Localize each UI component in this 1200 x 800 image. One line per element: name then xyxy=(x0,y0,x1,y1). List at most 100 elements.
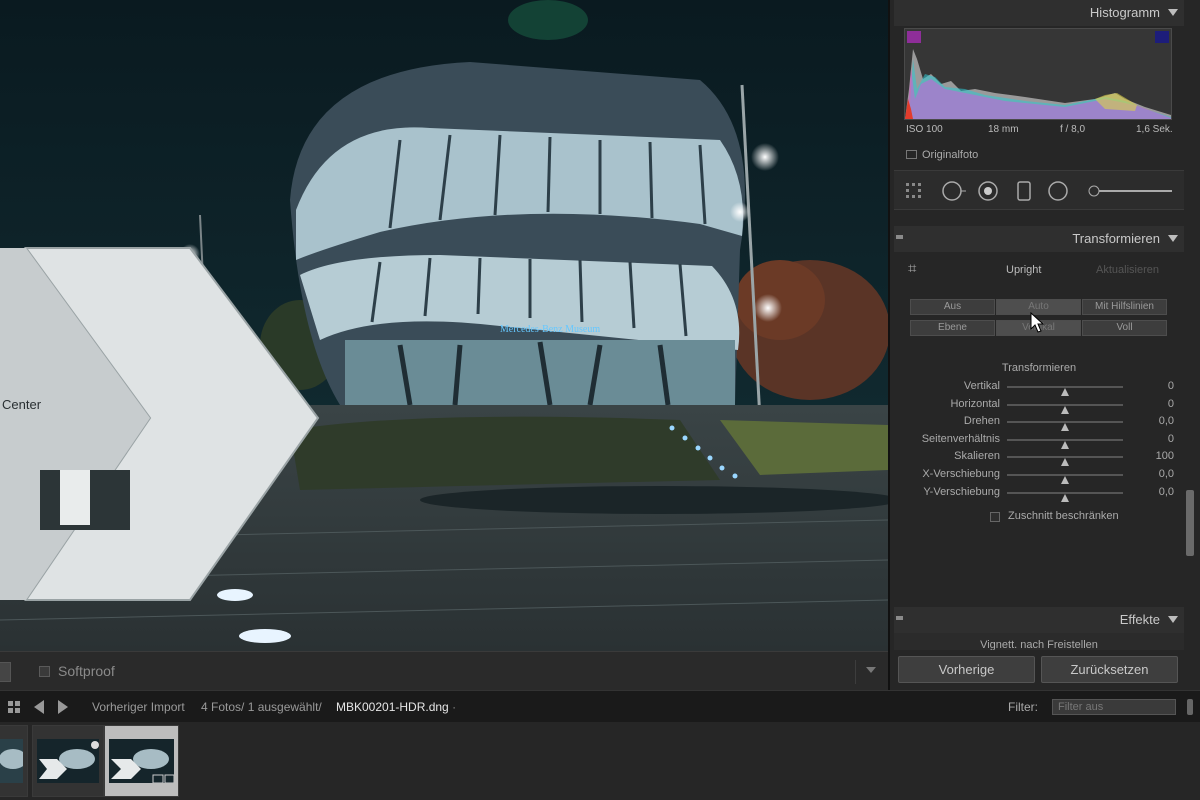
slider-value[interactable]: 0,0 xyxy=(1159,468,1174,480)
slider-track[interactable] xyxy=(1007,386,1123,396)
update-link[interactable]: Aktualisieren xyxy=(1096,264,1159,276)
slider-knob[interactable] xyxy=(1061,493,1069,502)
crop-overlay-icon[interactable] xyxy=(906,183,921,198)
upright-off-button[interactable]: Aus xyxy=(910,299,995,315)
filter-select[interactable]: Filter aus xyxy=(1052,699,1176,715)
slider-track[interactable] xyxy=(1007,456,1123,467)
red-eye-icon[interactable] xyxy=(978,181,998,201)
filmstrip-count: 4 Fotos/ 1 ausgewählt/ xyxy=(201,700,322,714)
transform-title: Transformieren xyxy=(1072,231,1160,246)
slider-track[interactable] xyxy=(1007,491,1123,502)
reset-button[interactable]: Zurücksetzen xyxy=(1041,656,1178,683)
slider-track[interactable] xyxy=(1007,403,1123,414)
slider-label: X-Verschiebung xyxy=(922,468,1000,480)
softproof-checkbox[interactable] xyxy=(39,666,50,677)
slider-row[interactable]: Seitenverhältnis 0 xyxy=(894,432,1184,449)
building-sign-text: Mercedes-Benz Museum xyxy=(500,324,600,335)
vignette-label: Vignett. nach Freistellen xyxy=(980,639,1098,650)
filmstrip-filename: MBK00201-HDR.dng · xyxy=(336,700,457,714)
slider-value[interactable]: 0 xyxy=(1168,380,1174,392)
filmstrip xyxy=(0,722,1200,800)
slider-value[interactable]: 0,0 xyxy=(1159,486,1174,498)
slider-row[interactable]: Vertikal 0 xyxy=(894,380,1184,396)
slider-row[interactable]: Horizontal 0 xyxy=(894,397,1184,414)
slider-label: Skalieren xyxy=(954,450,1000,463)
slider-knob[interactable] xyxy=(1061,476,1069,484)
effects-header[interactable]: Effekte xyxy=(894,607,1184,633)
softproof-label: Softproof xyxy=(58,663,115,679)
original-photo-checkbox[interactable] xyxy=(906,150,917,159)
tool-strip xyxy=(894,170,1184,210)
aperture-value: f / 8,0 xyxy=(1060,124,1086,135)
upright-guided-button[interactable]: Mit Hilfslinien xyxy=(1082,299,1167,315)
shadow-clipping-indicator[interactable] xyxy=(907,31,921,43)
slider-track[interactable] xyxy=(1007,438,1123,449)
focal-length-value: 18 mm xyxy=(988,124,1019,135)
collapse-triangle-icon[interactable] xyxy=(1168,9,1178,16)
original-photo-label: Originalfoto xyxy=(922,149,979,161)
forward-arrow-icon[interactable] xyxy=(58,700,68,714)
slider-label: Seitenverhältnis xyxy=(921,432,1000,445)
slider-knob[interactable] xyxy=(1061,458,1069,467)
filmstrip-scroll[interactable] xyxy=(1187,699,1193,715)
slider-knob[interactable] xyxy=(1061,405,1069,414)
histogram-graph[interactable] xyxy=(904,28,1172,120)
constrain-crop-checkbox[interactable] xyxy=(990,512,1000,522)
radial-filter-icon[interactable] xyxy=(1048,181,1068,201)
histogram-header[interactable]: Histogramm xyxy=(894,0,1184,26)
photo-toolbar: Softproof xyxy=(0,651,888,690)
slider-row[interactable]: Skalieren 100 xyxy=(894,450,1184,467)
filmstrip-thumbnail-selected[interactable] xyxy=(104,725,179,797)
collapse-triangle-icon[interactable] xyxy=(1168,235,1178,242)
effects-content: Vignett. nach Freistellen xyxy=(894,633,1184,650)
spot-removal-icon[interactable] xyxy=(942,181,966,201)
slider-track[interactable] xyxy=(1007,474,1123,484)
upright-full-button[interactable]: Voll xyxy=(1082,320,1167,336)
slider-label: Vertikal xyxy=(963,380,1000,392)
transform-subtitle: Transformieren xyxy=(1001,362,1077,374)
filmstrip-thumbnail[interactable] xyxy=(0,725,28,797)
histogram-title: Histogramm xyxy=(1089,5,1160,20)
slider-knob[interactable] xyxy=(1061,440,1069,449)
mouse-cursor-icon xyxy=(1030,312,1045,333)
shutter-speed-value: 1,6 Sek. xyxy=(1136,124,1173,135)
graduated-filter-icon[interactable] xyxy=(1017,181,1031,201)
slider-knob[interactable] xyxy=(1061,388,1069,396)
slider-label: Horizontal xyxy=(950,397,1000,410)
previous-button[interactable]: Vorherige xyxy=(898,656,1035,683)
slider-knob[interactable] xyxy=(1061,423,1069,432)
photo-preview[interactable]: Mercedes-Benz Museum Center xyxy=(0,0,888,651)
back-arrow-icon[interactable] xyxy=(34,700,44,714)
slider-track[interactable] xyxy=(1007,421,1123,432)
collapse-triangle-icon[interactable] xyxy=(1168,616,1178,623)
slider-value[interactable]: 100 xyxy=(1156,450,1174,462)
constrain-crop-label: Zuschnitt beschränken xyxy=(1008,510,1119,522)
transform-header[interactable]: Transformieren xyxy=(894,226,1184,252)
lightroom-develop-window: Mercedes-Benz Museum Center Softproof Hi… xyxy=(0,0,1200,800)
filmstrip-thumbnail[interactable] xyxy=(32,725,104,797)
highlight-clipping-indicator[interactable] xyxy=(1155,31,1169,43)
slider-value[interactable]: 0,0 xyxy=(1159,415,1174,427)
develop-panel: Histogramm ISO 100 18 mm f / 8,0 1,6 Sek… xyxy=(888,0,1200,690)
upright-label: Upright xyxy=(1006,264,1042,276)
view-mode-button[interactable] xyxy=(0,662,11,682)
guided-upright-icon[interactable]: ⌗ xyxy=(908,260,916,277)
upright-level-button[interactable]: Ebene xyxy=(910,320,995,336)
filmstrip-source[interactable]: Vorheriger Import xyxy=(92,700,185,714)
adjustment-brush-icon[interactable] xyxy=(1088,185,1172,197)
slider-row[interactable]: Y-Verschiebung 0,0 xyxy=(894,486,1184,502)
slider-label: Drehen xyxy=(963,415,1000,428)
panel-switch-icon[interactable] xyxy=(896,235,903,239)
slider-row[interactable]: Drehen 0,0 xyxy=(894,415,1184,432)
slider-row[interactable]: X-Verschiebung 0,0 xyxy=(894,468,1184,484)
iso-value: ISO 100 xyxy=(906,124,943,135)
histogram-curves xyxy=(905,49,1171,119)
grid-view-icon[interactable] xyxy=(8,701,20,713)
panel-switch-icon[interactable] xyxy=(896,616,903,620)
slider-value[interactable]: 0 xyxy=(1168,433,1174,445)
toolbar-menu-arrow-icon[interactable] xyxy=(866,667,876,673)
filmstrip-bar: Vorheriger Import 4 Fotos/ 1 ausgewählt/… xyxy=(0,690,1200,722)
toolbar-divider xyxy=(855,660,856,684)
slider-value[interactable]: 0 xyxy=(1168,398,1174,410)
panel-scrollbar[interactable] xyxy=(1186,490,1194,556)
